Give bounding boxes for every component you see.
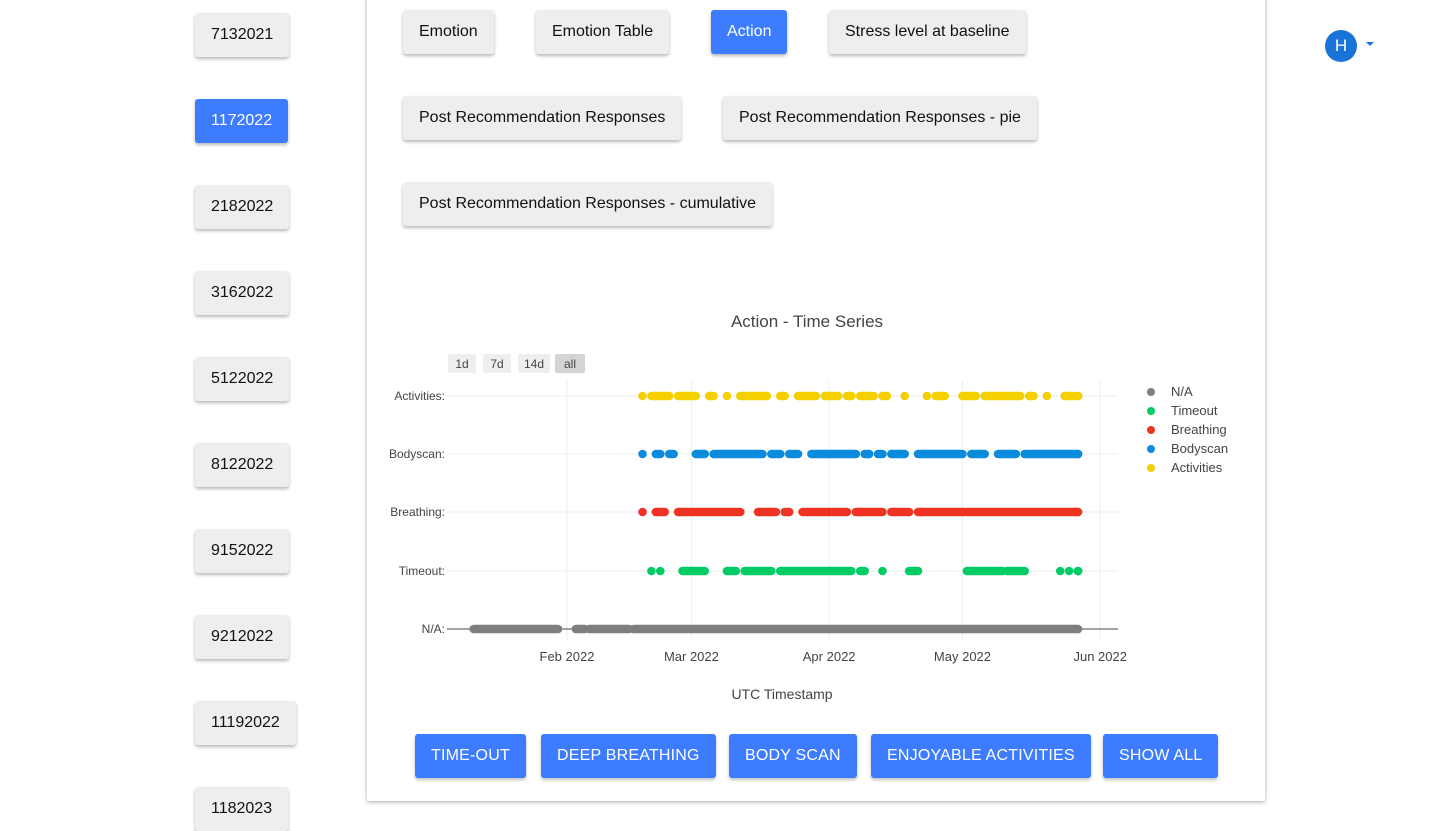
data-point	[1073, 391, 1083, 401]
chart-title: Action - Time Series	[731, 312, 883, 331]
data-point	[722, 391, 732, 401]
data-point	[638, 449, 647, 459]
deep-breathing-button[interactable]: DEEP BREATHING	[541, 734, 716, 778]
svg-text:14d: 14d	[524, 357, 544, 371]
y-tick-label: Breathing:	[390, 505, 445, 519]
action-time-series-chart: Action - Time Series 1d 7d 14d all N/A: T…	[389, 312, 1228, 702]
data-point	[1073, 507, 1083, 517]
y-tick-label: Timeout:	[399, 564, 445, 578]
data-point	[638, 391, 647, 401]
time-out-button[interactable]: TIME-OUT	[415, 734, 526, 778]
sidebar-item-1172022[interactable]: 1172022	[195, 99, 289, 143]
caret-down-icon[interactable]	[1366, 42, 1374, 46]
tab-post-recommendation-responses[interactable]: Post Recommendation Responses	[403, 96, 682, 140]
legend-label: Breathing	[1171, 422, 1227, 437]
sidebar-item-7132021[interactable]: 7132021	[195, 13, 290, 57]
legend-marker	[1147, 426, 1155, 434]
data-point	[655, 566, 665, 576]
range-selector: 1d 7d 14d all	[448, 354, 585, 373]
x-axis-title: UTC Timestamp	[731, 686, 832, 702]
data-point	[1073, 566, 1083, 576]
data-point	[922, 391, 932, 401]
range-button-7d[interactable]: 7d	[483, 354, 511, 373]
data-point	[1064, 566, 1074, 576]
show-all-button[interactable]: SHOW ALL	[1103, 734, 1219, 778]
data-point	[900, 391, 910, 401]
body-scan-button[interactable]: BODY SCAN	[729, 734, 857, 778]
legend-marker	[1147, 464, 1155, 472]
y-tick-label: Bodyscan:	[389, 447, 445, 461]
chart-legend: N/A Timeout Breathing Bodyscan Activities	[1147, 384, 1228, 475]
x-tick-label: Apr 2022	[803, 649, 856, 664]
legend-item-bodyscan[interactable]: Bodyscan	[1147, 441, 1228, 456]
legend-item-breathing[interactable]: Breathing	[1147, 422, 1227, 437]
series-breathing	[638, 507, 1083, 517]
x-axis-labels: Feb 2022 Mar 2022 Apr 2022 May 2022 Jun 2022	[540, 649, 1127, 664]
data-point	[638, 507, 647, 517]
tab-post-recommendation-responses-cumulative[interactable]: Post Recommendation Responses - cumulati…	[403, 182, 773, 226]
data-point	[1073, 449, 1083, 459]
x-tick-label: Feb 2022	[540, 649, 595, 664]
range-button-14d[interactable]: 14d	[518, 354, 550, 373]
y-axis-labels: N/A: Timeout: Breathing: Bodyscan: Activitie…	[389, 389, 445, 636]
enjoyable-activities-button[interactable]: ENJOYABLE ACTIVITIES	[871, 734, 1091, 778]
legend-item-n-a[interactable]: N/A	[1147, 384, 1193, 399]
sidebar-item-5122022[interactable]: 5122022	[195, 357, 290, 401]
sidebar-item-11192022[interactable]: 11192022	[195, 701, 296, 745]
x-tick-label: May 2022	[934, 649, 991, 664]
x-tick-label: Mar 2022	[664, 649, 719, 664]
sidebar-item-8122022[interactable]: 8122022	[195, 443, 290, 487]
tab-emotion[interactable]: Emotion	[403, 10, 494, 54]
svg-text:all: all	[564, 357, 576, 371]
svg-text:7d: 7d	[490, 357, 503, 371]
legend-label: Bodyscan	[1171, 441, 1228, 456]
svg-text:1d: 1d	[455, 357, 468, 371]
tab-stress-level-at-baseline[interactable]: Stress level at baseline	[829, 10, 1026, 54]
y-tick-label: N/A:	[422, 622, 445, 636]
data-point	[1055, 566, 1065, 576]
legend-label: Timeout	[1171, 403, 1218, 418]
legend-marker	[1147, 388, 1155, 396]
tab-action[interactable]: Action	[711, 10, 788, 54]
tab-emotion-table[interactable]: Emotion Table	[536, 10, 670, 54]
sidebar-item-3162022[interactable]: 3162022	[195, 271, 290, 315]
legend-marker	[1147, 445, 1155, 453]
data-point	[1073, 624, 1083, 634]
tab-post-recommendation-responses-pie[interactable]: Post Recommendation Responses - pie	[723, 96, 1037, 140]
legend-item-activities[interactable]: Activities	[1147, 460, 1223, 475]
sidebar-item-2182022[interactable]: 2182022	[195, 185, 290, 229]
legend-marker	[1147, 407, 1155, 415]
x-tick-label: Jun 2022	[1073, 649, 1127, 664]
data-point	[647, 566, 656, 576]
range-button-1d[interactable]: 1d	[448, 354, 476, 373]
legend-label: Activities	[1171, 460, 1223, 475]
sidebar-item-9152022[interactable]: 9152022	[195, 529, 290, 573]
legend-item-timeout[interactable]: Timeout	[1147, 403, 1218, 418]
range-button-all[interactable]: all	[555, 354, 585, 373]
data-point	[1042, 391, 1052, 401]
y-tick-label: Activities:	[394, 389, 445, 403]
sidebar-item-1182023[interactable]: 1182023	[195, 787, 289, 831]
user-avatar[interactable]: H	[1325, 30, 1357, 62]
legend-label: N/A	[1171, 384, 1193, 399]
data-point	[878, 566, 887, 576]
sidebar-item-9212022[interactable]: 9212022	[195, 615, 290, 659]
